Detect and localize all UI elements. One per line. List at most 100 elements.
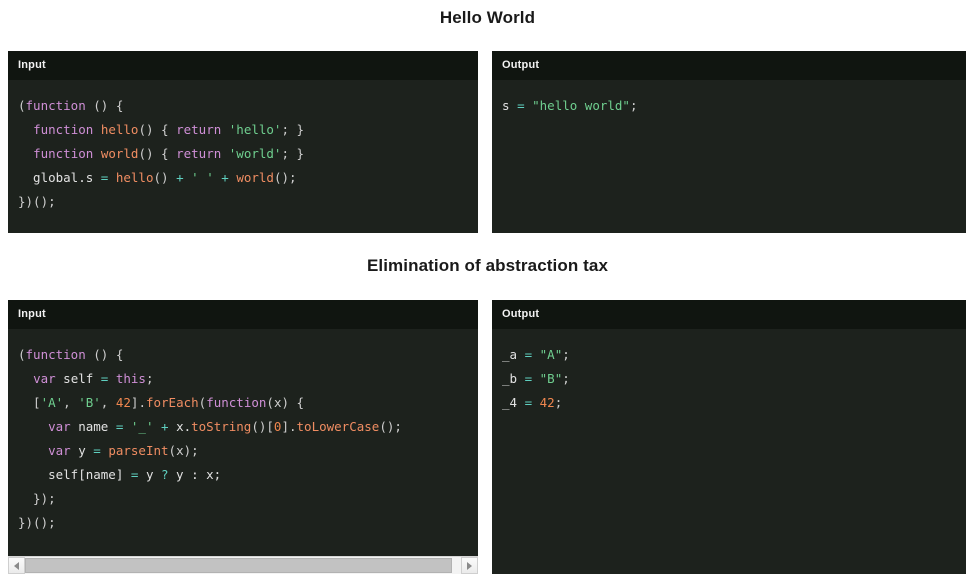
code-token: = <box>524 371 533 386</box>
code-token: ( <box>18 98 26 113</box>
code-line: (function () { <box>18 343 478 367</box>
input-panel-2: Input (function () { var self = this; ['… <box>8 300 478 574</box>
scrollbar-thumb[interactable] <box>25 558 453 573</box>
code-line: var y = parseInt(x); <box>18 439 478 463</box>
code-token: () { <box>85 98 124 113</box>
code-token: _a <box>502 347 525 362</box>
code-line: var name = '_' + x.toString()[0].toLower… <box>18 415 478 439</box>
code-block-input-1[interactable]: (function () { function hello() { return… <box>18 94 478 214</box>
code-token: _4 <box>502 395 525 410</box>
scrollbar-track[interactable] <box>25 557 461 574</box>
code-token: '_' <box>130 419 154 434</box>
code-token: = <box>524 395 533 410</box>
code-token: })(); <box>18 515 56 530</box>
code-token: })(); <box>18 194 56 209</box>
code-line: global.s = hello() + ' ' + world(); <box>18 166 478 190</box>
code-token: hello <box>115 170 154 185</box>
code-line: s = "hello world"; <box>502 94 966 118</box>
code-token: ' ' <box>191 170 214 185</box>
code-line: self[name] = y ? y : x; <box>18 463 478 487</box>
output-panel-1: Output s = "hello world"; <box>492 51 966 233</box>
section-title-hello-world: Hello World <box>439 8 536 27</box>
code-token: function <box>25 98 86 113</box>
code-token: toString <box>191 419 252 434</box>
code-token: , <box>100 395 116 410</box>
code-token: forEach <box>145 395 199 410</box>
code-token: ]. <box>130 395 146 410</box>
code-token: + <box>176 170 184 185</box>
code-block-input-2[interactable]: (function () { var self = this; ['A', 'B… <box>18 343 478 535</box>
code-token: = <box>524 347 533 362</box>
code-token: self <box>55 371 101 386</box>
input-panel-2-header: Input <box>8 300 478 329</box>
code-token: return <box>176 122 222 137</box>
code-token: "A" <box>539 347 563 362</box>
code-token: [ <box>18 395 41 410</box>
code-token: + <box>161 419 169 434</box>
code-token: ; <box>562 347 570 362</box>
code-line: })(); <box>18 190 478 214</box>
code-token: ? <box>161 467 169 482</box>
code-token: y : x; <box>168 467 222 482</box>
code-token: , <box>63 395 79 410</box>
code-token: () { <box>138 146 177 161</box>
code-token: x. <box>168 419 192 434</box>
code-token: ; <box>554 395 563 410</box>
code-token: var <box>48 419 71 434</box>
code-token: global.s <box>18 170 101 185</box>
code-token: function <box>206 395 267 410</box>
output-panel-2: Output _a = "A"; _b = "B"; _4 = 42; <box>492 300 966 574</box>
code-token: () { <box>138 122 177 137</box>
code-token: this <box>115 371 146 386</box>
code-line: _4 = 42; <box>502 391 966 415</box>
code-token: self[name] <box>18 467 131 482</box>
code-token: var <box>33 371 56 386</box>
output-panel-1-body: s = "hello world"; <box>492 80 966 118</box>
input-panel-1-body[interactable]: (function () { function hello() { return… <box>8 80 478 214</box>
input-panel-2-body[interactable]: (function () { var self = this; ['A', 'B… <box>8 329 478 535</box>
code-token: 42 <box>539 395 555 410</box>
code-token: + <box>221 170 229 185</box>
code-line: var self = this; <box>18 367 478 391</box>
code-token: y <box>138 467 161 482</box>
code-line: _b = "B"; <box>502 367 966 391</box>
page-root: Hello World Input (function () { functio… <box>0 0 975 582</box>
code-token: s <box>502 98 518 113</box>
output-panel-2-body: _a = "A"; _b = "B"; _4 = 42; <box>492 329 966 415</box>
code-token: () { <box>85 347 124 362</box>
code-token: return <box>176 146 222 161</box>
code-token: world <box>236 170 274 185</box>
code-token: () <box>153 170 177 185</box>
code-line: function hello() { return 'hello'; } <box>18 118 478 142</box>
code-token: ; <box>629 98 638 113</box>
code-line: (function () { <box>18 94 478 118</box>
triangle-right-icon <box>467 561 472 570</box>
code-token: function <box>33 146 94 161</box>
code-block-output-1: s = "hello world"; <box>502 94 966 118</box>
code-token: toLowerCase <box>296 419 380 434</box>
input-panel-2-horizontal-scrollbar[interactable] <box>8 556 478 574</box>
code-token: ()[ <box>251 419 274 434</box>
scrollbar-left-button[interactable] <box>8 557 25 574</box>
code-token: (x) { <box>266 395 305 410</box>
code-block-output-2: _a = "A"; _b = "B"; _4 = 42; <box>502 343 966 415</box>
code-token: hello <box>100 122 139 137</box>
code-token: y <box>70 443 94 458</box>
scrollbar-right-button[interactable] <box>461 557 478 574</box>
code-token: "hello world" <box>532 98 630 113</box>
code-token: ; <box>145 371 154 386</box>
code-line: })(); <box>18 511 478 535</box>
code-token: (); <box>273 170 297 185</box>
